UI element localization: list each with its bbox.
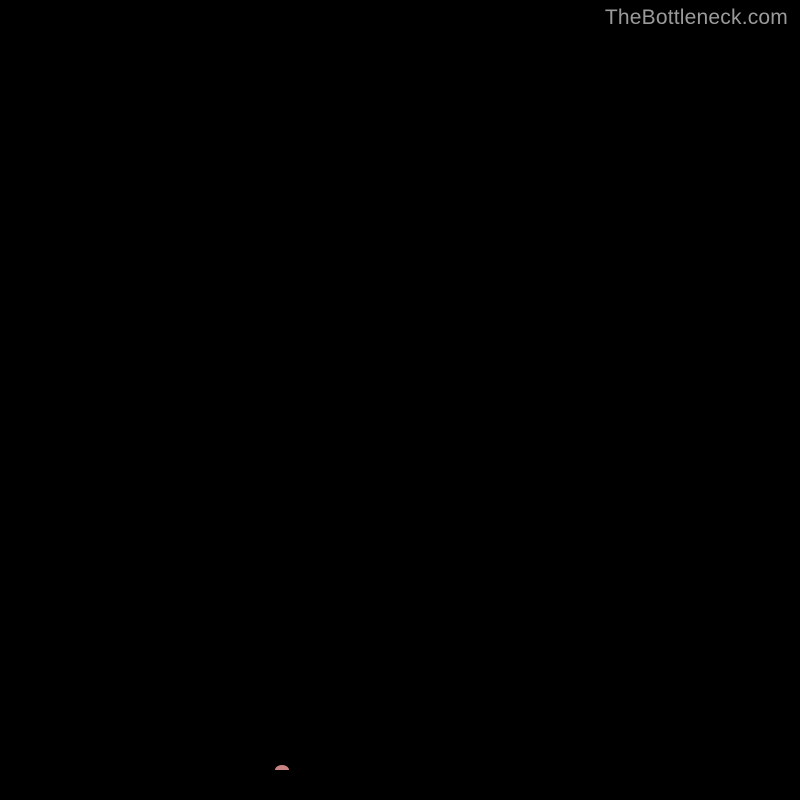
watermark-text: TheBottleneck.com	[605, 6, 788, 30]
curve-layer	[30, 30, 770, 770]
bottleneck-curve	[30, 30, 770, 770]
chart-frame: TheBottleneck.com	[0, 0, 800, 800]
minimum-marker	[275, 765, 289, 770]
plot-area	[30, 30, 770, 770]
